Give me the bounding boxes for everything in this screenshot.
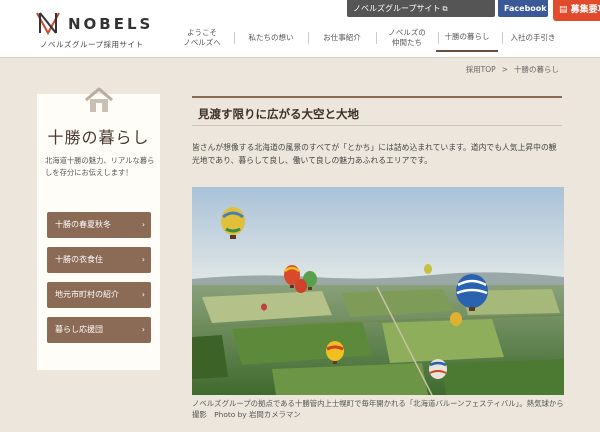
sidebar: 十勝の暮らし 北海道十勝の魅力、リアルな暮らしを存分にお伝えします！ 十勝の春夏… bbox=[37, 87, 160, 370]
house-icon bbox=[85, 87, 113, 112]
section-heading: 見渡す限りに広がる大空と大地 bbox=[192, 96, 562, 126]
aerial-landscape-image bbox=[192, 187, 564, 395]
nav-label: 十勝の暮らし bbox=[444, 32, 490, 41]
logo-mark-icon bbox=[36, 12, 60, 36]
external-link-icon: ⧉ bbox=[442, 5, 448, 13]
nav-label: 仲間たち bbox=[392, 38, 422, 47]
nav-divider bbox=[234, 32, 235, 44]
chevron-right-icon: › bbox=[141, 325, 145, 334]
nav-label: ノベルズへ bbox=[183, 38, 221, 47]
chevron-right-icon: › bbox=[141, 220, 145, 229]
chevron-right-icon: › bbox=[141, 290, 145, 299]
sidebar-item-label: 地元市町村の紹介 bbox=[55, 290, 119, 299]
nav-item-colleagues[interactable]: ノベルズの 仲間たち bbox=[382, 24, 432, 52]
recruit-button[interactable]: ▤ 募集要項 bbox=[553, 0, 600, 21]
nav-divider bbox=[502, 32, 503, 44]
recruit-label: 募集要項 bbox=[570, 5, 600, 15]
facebook-label: Facebook bbox=[504, 4, 547, 13]
site-logo[interactable]: NOBELS ノベルズグループ採用サイト bbox=[34, 9, 174, 51]
group-site-link[interactable]: ノベルズグループサイト ⧉ bbox=[347, 0, 495, 17]
photo-caption: ノベルズグループの拠点である十勝管内上士幌町で毎年開かれる「北海道バルーンフェス… bbox=[192, 399, 564, 419]
logo-wordmark: NOBELS bbox=[68, 15, 154, 33]
nav-label: ノベルズの bbox=[388, 28, 426, 37]
sidebar-item-municipalities[interactable]: 地元市町村の紹介 › bbox=[47, 282, 151, 308]
sidebar-description: 北海道十勝の魅力、リアルな暮らしを存分にお伝えします！ bbox=[45, 156, 155, 177]
breadcrumb-home-link[interactable]: 採用TOP bbox=[466, 65, 496, 74]
sidebar-item-seasons[interactable]: 十勝の春夏秋冬 › bbox=[47, 212, 151, 238]
breadcrumb-current: 十勝の暮らし bbox=[514, 65, 559, 74]
section-body-text: 皆さんが想像する北海道の風景のすべてが「とかち」には詰め込まれています。道内でも… bbox=[192, 143, 557, 165]
nav-divider bbox=[376, 32, 377, 44]
nav-item-welcome[interactable]: ようこそ ノベルズへ bbox=[176, 24, 228, 52]
nav-item-our-thoughts[interactable]: 私たちの想い bbox=[240, 24, 302, 52]
nav-label: 入社の手引き bbox=[510, 33, 556, 42]
section-title: 見渡す限りに広がる大空と大地 bbox=[198, 107, 359, 121]
sidebar-item-label: 暮らし応援団 bbox=[55, 325, 103, 334]
nav-item-tokachi-life[interactable]: 十勝の暮らし bbox=[436, 24, 498, 52]
nav-divider bbox=[308, 32, 309, 44]
nav-item-jobs[interactable]: お仕事紹介 bbox=[314, 24, 370, 52]
sidebar-item-label: 十勝の春夏秋冬 bbox=[55, 220, 111, 229]
sidebar-item-support-team[interactable]: 暮らし応援団 › bbox=[47, 317, 151, 343]
chevron-right-icon: › bbox=[141, 255, 145, 264]
group-site-label: ノベルズグループサイト bbox=[353, 4, 441, 13]
breadcrumb-separator: > bbox=[501, 65, 508, 74]
sidebar-item-label: 十勝の衣食住 bbox=[55, 255, 103, 264]
nav-label: お仕事紹介 bbox=[323, 33, 361, 42]
nav-item-onboarding[interactable]: 入社の手引き bbox=[506, 24, 560, 52]
breadcrumb: 採用TOP > 十勝の暮らし bbox=[463, 64, 562, 75]
logo-subtitle: ノベルズグループ採用サイト bbox=[40, 40, 144, 49]
balloon-festival-photo bbox=[192, 187, 564, 395]
nav-label: 私たちの想い bbox=[248, 33, 294, 42]
site-header: NOBELS ノベルズグループ採用サイト ノベルズグループサイト ⧉ Facebo… bbox=[0, 0, 600, 58]
document-icon: ▤ bbox=[559, 5, 568, 15]
facebook-link[interactable]: Facebook ⧉ bbox=[498, 0, 554, 17]
nav-label: ようこそ bbox=[187, 28, 217, 37]
sidebar-title: 十勝の暮らし bbox=[47, 128, 150, 147]
sidebar-item-food-clothing-housing[interactable]: 十勝の衣食住 › bbox=[47, 247, 151, 273]
